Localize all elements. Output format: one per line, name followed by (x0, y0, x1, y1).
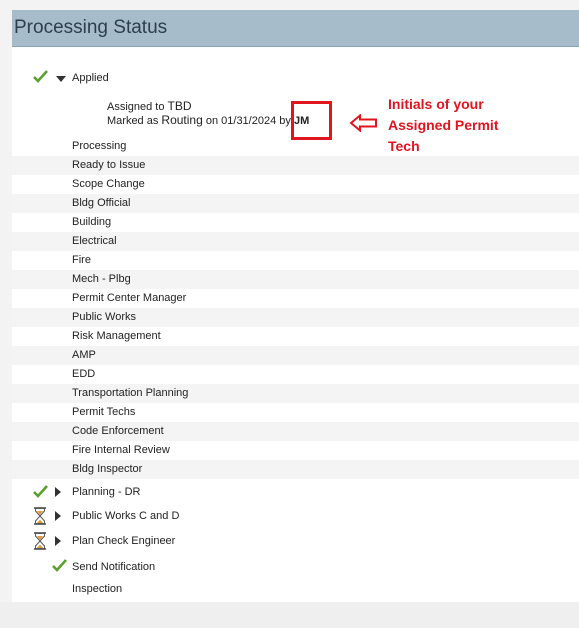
task-row[interactable]: Public Works (12, 308, 579, 327)
collapse-arrow-icon[interactable] (56, 76, 66, 82)
task-label: Code Enforcement (72, 425, 164, 437)
task-label: Building (72, 216, 112, 228)
task-row[interactable]: EDD (12, 365, 579, 384)
task-row[interactable]: Bldg Official (12, 194, 579, 213)
check-icon (52, 559, 67, 572)
task-label: Permit Center Manager (72, 292, 187, 304)
expand-arrow-icon[interactable] (55, 536, 61, 546)
applied-row[interactable]: Applied (12, 67, 579, 89)
page-title: Processing Status (14, 17, 168, 38)
task-label: Bldg Official (72, 197, 131, 209)
footer-strip (0, 602, 579, 628)
task-row[interactable]: Code Enforcement (12, 422, 579, 441)
applied-label: Applied (72, 72, 109, 84)
check-icon (33, 485, 48, 498)
marked-line: Marked as Routing on 01/31/2024 by JM (107, 113, 310, 127)
task-row[interactable]: Fire Internal Review (12, 441, 579, 460)
check-icon (33, 70, 48, 83)
task-label: Permit Techs (72, 406, 136, 418)
task-row[interactable]: Building (12, 213, 579, 232)
task-label: Fire Internal Review (72, 444, 170, 456)
expand-arrow-icon[interactable] (55, 487, 61, 497)
task-label: Public Works (72, 311, 136, 323)
group-row-plan-check[interactable]: Plan Check Engineer (12, 529, 579, 554)
task-row[interactable]: Scope Change (12, 175, 579, 194)
task-label: Risk Management (72, 330, 161, 342)
task-row[interactable]: Bldg Inspector (12, 460, 579, 479)
task-row[interactable]: Fire (12, 251, 579, 270)
assigned-line: Assigned to TBD (107, 99, 192, 113)
task-label: EDD (72, 368, 96, 380)
inspection-row[interactable]: Inspection (12, 577, 579, 599)
expand-arrow-icon[interactable] (55, 511, 61, 521)
highlight-box (291, 101, 332, 140)
task-row[interactable]: Transportation Planning (12, 384, 579, 403)
task-row[interactable]: Mech - Plbg (12, 270, 579, 289)
task-row[interactable]: Permit Techs (12, 403, 579, 422)
task-label: Bldg Inspector (72, 463, 143, 475)
task-row[interactable]: Electrical (12, 232, 579, 251)
task-label: Scope Change (72, 178, 145, 190)
task-row[interactable]: Permit Center Manager (12, 289, 579, 308)
task-row[interactable]: Ready to Issue (12, 156, 579, 175)
panel-header: Processing Status (12, 10, 579, 47)
left-arrow-icon (349, 114, 377, 132)
task-row[interactable]: AMP (12, 346, 579, 365)
task-row[interactable]: Risk Management (12, 327, 579, 346)
task-label: AMP (72, 349, 96, 361)
task-label: Ready to Issue (72, 159, 146, 171)
task-label: Fire (72, 254, 91, 266)
hourglass-icon (34, 507, 46, 525)
group-row-planning[interactable]: Planning - DR (12, 480, 579, 505)
task-label: Electrical (72, 235, 117, 247)
task-label: Transportation Planning (72, 387, 189, 399)
task-label: Processing (72, 140, 127, 152)
group-row-public-works[interactable]: Public Works C and D (12, 504, 579, 529)
task-label: Mech - Plbg (72, 273, 131, 285)
task-row[interactable]: Processing (12, 137, 579, 156)
hourglass-icon (34, 532, 46, 550)
